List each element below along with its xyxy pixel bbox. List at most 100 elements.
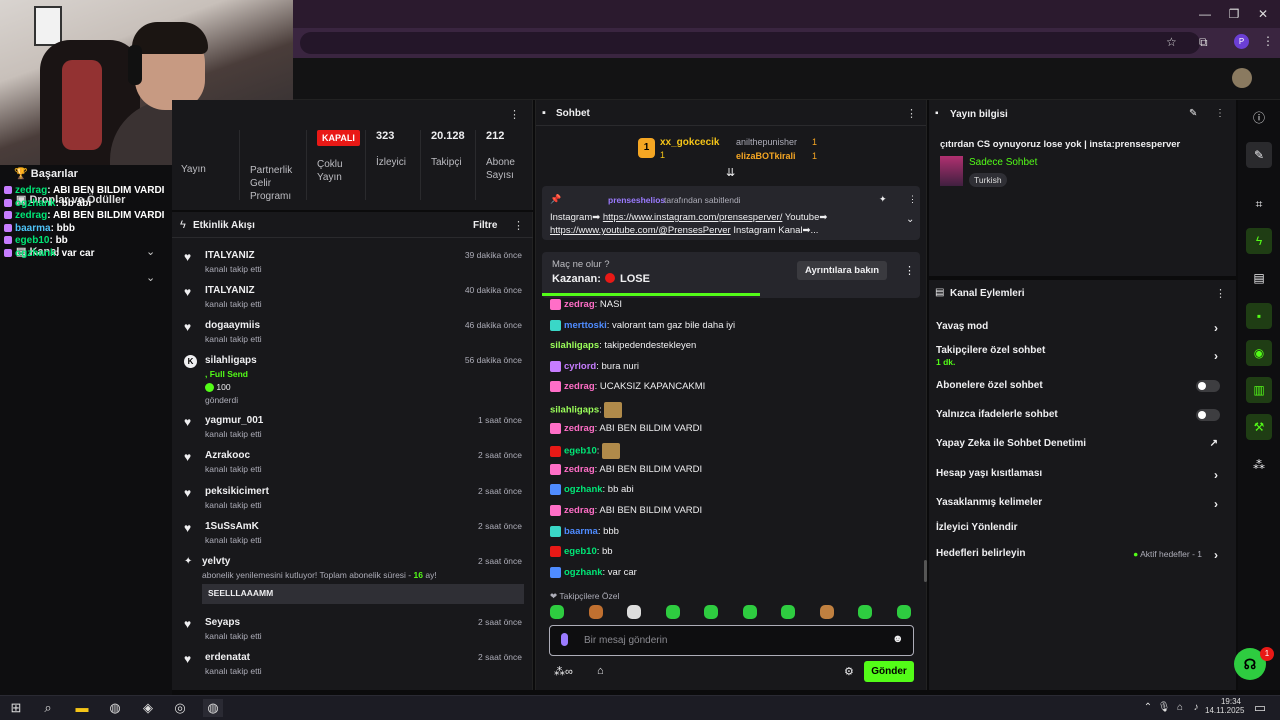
broadcast-icon[interactable]: ◉: [1246, 340, 1272, 366]
chevron-down-icon[interactable]: ⌄: [146, 271, 155, 284]
discord-icon[interactable]: ◈: [138, 699, 158, 717]
chat-input[interactable]: Bir mesaj gönderin ☻: [549, 625, 914, 656]
more-options-icon[interactable]: ⋮: [908, 194, 917, 205]
gear-icon[interactable]: ⚙: [844, 665, 854, 678]
more-options-icon[interactable]: ⋮: [1215, 287, 1226, 300]
emote-icon[interactable]: [896, 605, 911, 619]
chat-username[interactable]: zedrag: [564, 464, 595, 475]
emote-icon[interactable]: [858, 605, 872, 619]
gifter-name[interactable]: anilthepunisher: [736, 137, 797, 147]
chrome-icon[interactable]: ◍: [105, 699, 125, 717]
emote-icon[interactable]: [819, 605, 834, 619]
chat-message[interactable]: egeb10:: [550, 443, 623, 460]
emote-icon[interactable]: [781, 605, 795, 619]
chat-username[interactable]: zedrag: [564, 423, 595, 434]
chrome-active-icon[interactable]: ◍: [203, 699, 223, 717]
chat-message[interactable]: baarma: bbb: [550, 525, 619, 537]
file-explorer-icon[interactable]: ▬: [72, 699, 92, 717]
filter-button[interactable]: Filtre: [473, 220, 497, 231]
profile-avatar[interactable]: P: [1234, 34, 1249, 49]
ai-moderation-row[interactable]: Yapay Zeka ile Sohbet Denetimi ↗: [936, 438, 1228, 449]
close-window-button[interactable]: ✕: [1250, 4, 1276, 24]
url-field[interactable]: [300, 32, 1200, 54]
wrench-icon[interactable]: ⚒: [1246, 414, 1272, 440]
chat-message[interactable]: silahligaps: takipedendestekleyen: [550, 340, 696, 351]
chat-message[interactable]: zedrag: ABI BEN BILDIM VARDI: [550, 505, 702, 516]
more-options-icon[interactable]: ⋮: [513, 219, 524, 232]
crop-icon[interactable]: ⌗: [1246, 191, 1272, 217]
notes-icon[interactable]: ▤: [1246, 265, 1272, 291]
emote-icon[interactable]: [588, 605, 603, 619]
instagram-link[interactable]: https://www.instagram.com/prensesperver/: [603, 212, 783, 223]
network-icon[interactable]: ⁂: [1246, 452, 1272, 478]
youtube-link[interactable]: https://www.youtube.com/@PrensesPerver: [550, 225, 731, 236]
banned-words-row[interactable]: Yasaklanmış kelimeler ›: [936, 497, 1228, 511]
more-options-icon[interactable]: ⋮: [509, 108, 520, 121]
info-icon[interactable]: ⓘ: [1246, 105, 1272, 131]
panel-icon[interactable]: ▥: [1246, 377, 1272, 403]
chat-username[interactable]: baarma: [564, 526, 598, 537]
chat-message[interactable]: cyrlord: bura nuri: [550, 360, 639, 372]
emote-icon[interactable]: [742, 605, 757, 619]
chat-message[interactable]: zedrag: NASI: [550, 299, 622, 310]
emote-icon[interactable]: [627, 605, 641, 619]
emoji-icon[interactable]: ☻: [892, 633, 904, 645]
more-options-icon[interactable]: ⋮: [1215, 108, 1225, 119]
multistream-stat[interactable]: KAPALI Çoklu Yayın: [306, 130, 364, 200]
chevron-down-icon[interactable]: ⌄: [906, 214, 914, 225]
chat-message[interactable]: zedrag: ABI BEN BILDIM VARDI: [550, 463, 702, 475]
chat-username[interactable]: cyrlord: [564, 361, 596, 372]
volume-icon[interactable]: ♪: [1186, 699, 1206, 717]
more-options-icon[interactable]: ⋮: [906, 107, 917, 120]
browser-menu-icon[interactable]: ⋮: [1262, 34, 1274, 48]
chat-message[interactable]: silahligaps:: [550, 402, 625, 418]
tag-chip[interactable]: Turkish: [969, 173, 1007, 187]
partner-program-stat[interactable]: Partnerlik Gelir Programı: [239, 130, 305, 202]
category-link[interactable]: Sadece Sohbet: [969, 157, 1037, 168]
lightning-icon[interactable]: ϟ: [1246, 228, 1272, 254]
expand-icon[interactable]: ⇊: [726, 166, 735, 179]
edit-icon[interactable]: ✎: [1189, 108, 1197, 119]
emote-icon[interactable]: [665, 605, 680, 619]
emote-only-toggle[interactable]: [1196, 409, 1220, 421]
chat-message[interactable]: ogzhank: var car: [550, 566, 637, 578]
chat-username[interactable]: merttoski: [564, 320, 607, 331]
scrollbar[interactable]: [924, 560, 927, 582]
chat-message[interactable]: zedrag: UCAKSIZ KAPANCAKMI: [550, 381, 705, 392]
chat-username[interactable]: silahligaps: [550, 405, 599, 416]
chat-username[interactable]: ogzhank: [564, 484, 603, 495]
achievements-item[interactable]: 🏆 Başarılar: [14, 167, 78, 180]
emote-icon[interactable]: [704, 605, 718, 619]
followers-only-row[interactable]: Takipçilere özel sohbet › 1 dk.: [936, 345, 1228, 367]
details-button[interactable]: Ayrıntılara bakın: [797, 261, 888, 280]
chevron-down-icon[interactable]: ⌄: [146, 245, 155, 258]
store-icon[interactable]: ⌂: [597, 665, 604, 677]
chat-settings-icon[interactable]: ⁂∞: [554, 665, 573, 678]
chat-username[interactable]: egeb10: [564, 546, 597, 557]
chat-icon[interactable]: ▪: [1246, 303, 1272, 329]
obs-icon[interactable]: ◎: [170, 699, 190, 717]
goals-row[interactable]: Hedefleri belirleyin ● Aktif hedefler - 1…: [936, 548, 1228, 562]
viewer-redirect-row[interactable]: İzleyici Yönlendir: [936, 522, 1228, 533]
maximize-button[interactable]: ❐: [1221, 4, 1247, 24]
extensions-icon[interactable]: ⧉: [1199, 35, 1208, 50]
category-thumbnail[interactable]: [940, 156, 963, 186]
more-options-icon[interactable]: ⋮: [904, 264, 915, 277]
notifications-icon[interactable]: ▭: [1250, 699, 1270, 717]
chat-username[interactable]: zedrag: [564, 299, 595, 310]
search-icon[interactable]: ⌕: [38, 699, 58, 717]
chat-message[interactable]: egeb10: bb: [550, 546, 613, 557]
chat-username[interactable]: ogzhank: [564, 567, 603, 578]
chat-message[interactable]: merttoski: valorant tam gaz bile daha iy…: [550, 319, 735, 331]
chat-message[interactable]: ogzhank: bb abi: [550, 484, 634, 495]
chat-username[interactable]: zedrag: [564, 505, 595, 516]
edit-icon[interactable]: ✎: [1246, 142, 1272, 168]
chat-username[interactable]: zedrag: [564, 381, 595, 392]
account-age-row[interactable]: Hesap yaşı kısıtlaması ›: [936, 468, 1228, 482]
star-icon[interactable]: ☆: [1166, 35, 1177, 49]
subs-only-toggle[interactable]: [1196, 380, 1220, 392]
chat-message[interactable]: zedrag: ABI BEN BILDIM VARDI: [550, 422, 702, 434]
microphone-icon[interactable]: [561, 633, 568, 646]
emote-icon[interactable]: [550, 605, 564, 619]
send-button[interactable]: Gönder: [864, 661, 914, 682]
